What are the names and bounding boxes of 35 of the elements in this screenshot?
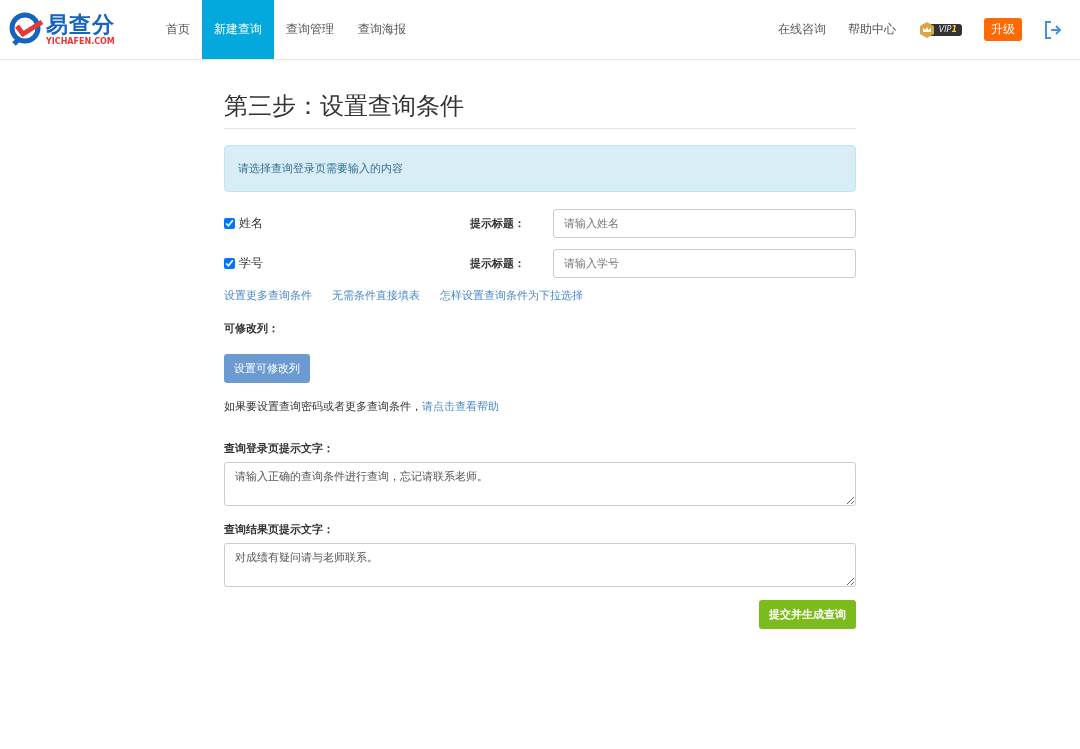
help-text: 如果要设置查询密码或者更多查询条件，请点击查看帮助 <box>224 399 500 414</box>
submit-button[interactable]: 提交并生成查询 <box>759 600 856 629</box>
crown-icon <box>917 20 936 39</box>
header-link[interactable]: 帮助中心 <box>847 21 896 38</box>
logout-icon[interactable] <box>1044 20 1062 39</box>
hint-label: 提示标题： <box>470 256 526 271</box>
hint-label: 提示标题： <box>470 216 526 231</box>
nav-tab[interactable]: 查询管理 <box>274 0 346 59</box>
condition-checkbox[interactable] <box>224 258 235 269</box>
nav-tab[interactable]: 首页 <box>154 0 202 59</box>
option-link[interactable]: 怎样设置查询条件为下拉选择 <box>440 288 583 303</box>
vip-badge: VIP1 <box>921 23 962 36</box>
option-link[interactable]: 设置更多查询条件 <box>224 288 312 303</box>
condition-label: 姓名 <box>239 215 263 232</box>
condition-label: 学号 <box>239 255 263 272</box>
message-textarea[interactable]: 请输入正确的查询条件进行查询，忘记请联系老师。 <box>224 462 856 506</box>
header-link[interactable]: 在线咨询 <box>777 21 826 38</box>
help-link[interactable]: 请点击查看帮助 <box>422 400 499 413</box>
logo-name: 易查分 <box>46 13 115 36</box>
editable-columns-label: 可修改列： <box>224 321 280 336</box>
page-heading: 第三步：设置查询条件 <box>224 90 856 129</box>
upgrade-button[interactable]: 升级 <box>984 18 1022 41</box>
message-label: 查询登录页提示文字： <box>224 441 335 456</box>
hint-input[interactable]: 请输入姓名 <box>553 209 856 238</box>
message-label: 查询结果页提示文字： <box>224 522 335 537</box>
option-link[interactable]: 无需条件直接填表 <box>332 288 420 303</box>
logo-domain: YICHAFEN.COM <box>46 37 115 46</box>
nav-tab[interactable]: 新建查询 <box>202 0 274 59</box>
logo-icon <box>8 11 44 48</box>
nav-tab[interactable]: 查询海报 <box>346 0 418 59</box>
set-editable-columns-button[interactable]: 设置可修改列 <box>224 354 310 383</box>
hint-input[interactable]: 请输入学号 <box>553 249 856 278</box>
message-textarea[interactable]: 对成绩有疑问请与老师联系。 <box>224 543 856 587</box>
notice-text: 请选择查询登录页需要输入的内容 <box>224 145 856 192</box>
condition-checkbox[interactable] <box>224 218 235 229</box>
